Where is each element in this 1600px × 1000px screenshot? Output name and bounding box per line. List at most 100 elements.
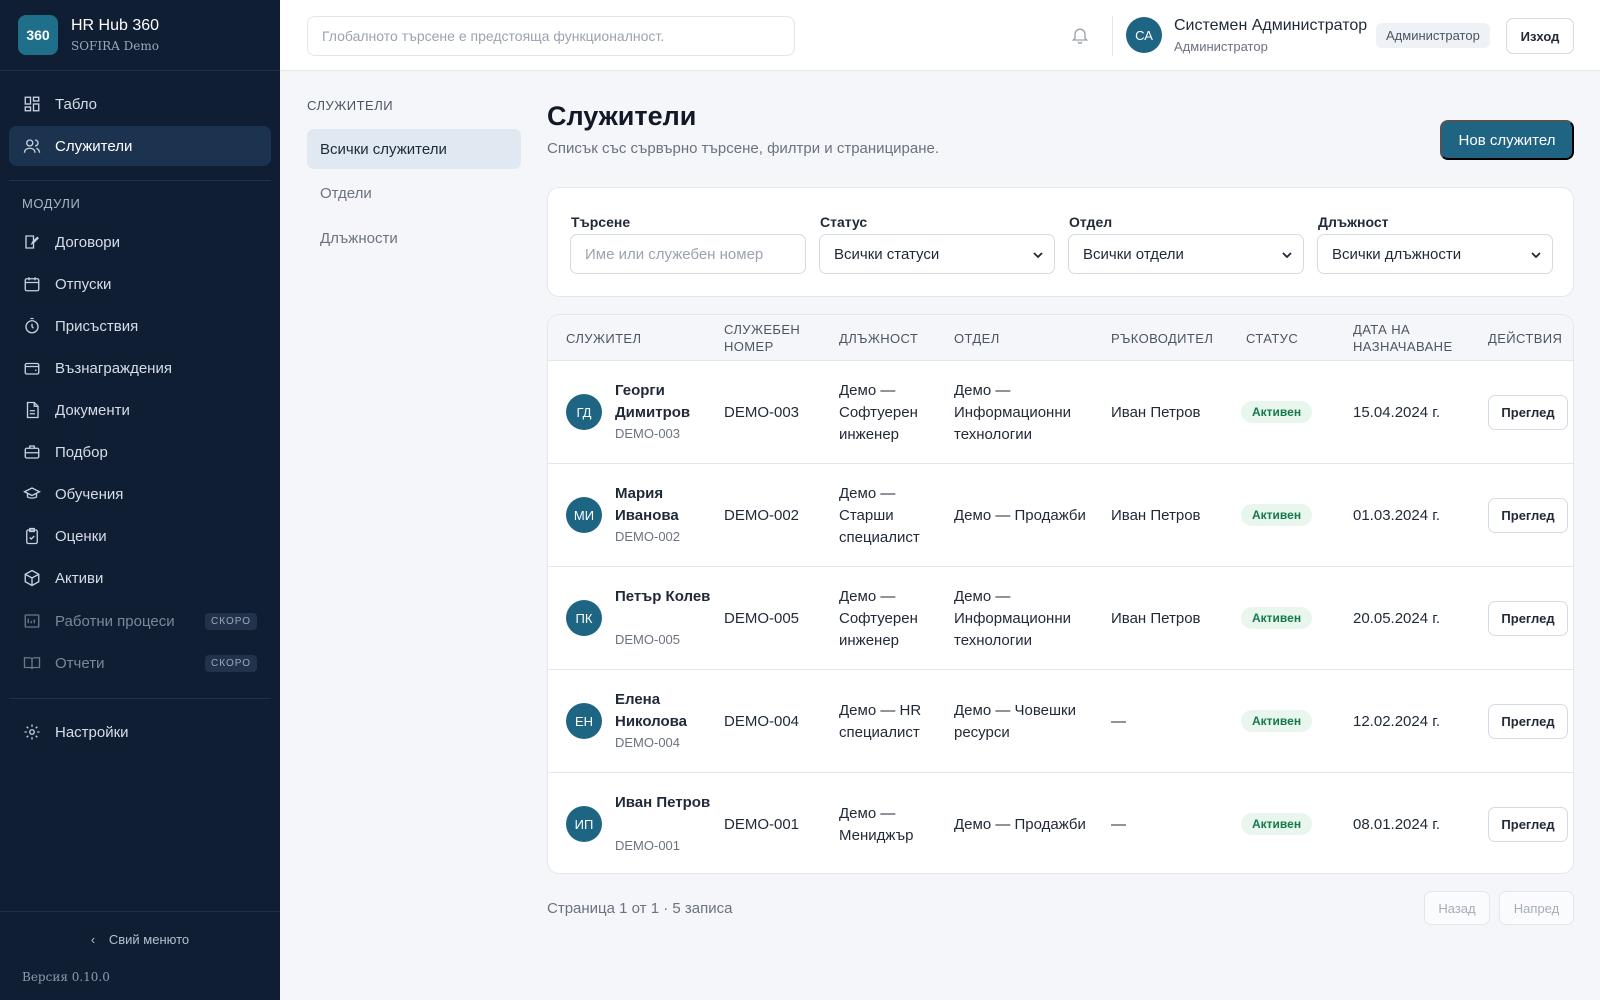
employee-number: DEMO-002 — [724, 506, 800, 524]
box-icon — [24, 569, 40, 587]
sidebar-item-dashboard[interactable]: Табло — [9, 84, 271, 124]
employee-avatar: ПК — [566, 600, 602, 636]
subnav-item-all-employees[interactable]: Всички служители — [307, 129, 521, 169]
table-row[interactable]: ЕН Елена Николова DEMO-004 DEMO-004 Демо… — [548, 670, 1573, 773]
employee-number: DEMO-005 — [724, 609, 800, 627]
status-badge: Активен — [1241, 813, 1313, 835]
sidebar-item-leave[interactable]: Отпуски — [9, 264, 271, 304]
department-filter-label: Отдел — [1069, 214, 1113, 230]
subnav-item-departments[interactable]: Отдели — [307, 173, 521, 213]
bell-icon[interactable] — [1070, 25, 1090, 45]
book-icon — [23, 657, 41, 670]
sidebar-item-reviews[interactable]: Оценки — [9, 516, 271, 556]
sidebar-item-label: Настройки — [55, 723, 129, 741]
column-header-hire-date[interactable]: ДАТА НА НАЗНАЧАВАНЕ — [1353, 315, 1468, 361]
next-page-button[interactable]: Напред — [1499, 891, 1574, 925]
employee-position: Демо — Софтуерен инженер — [839, 587, 918, 649]
sidebar-item-recruitment[interactable]: Подбор — [9, 432, 271, 472]
logout-button[interactable]: Изход — [1506, 18, 1574, 54]
sidebar-item-label: Присъствия — [55, 317, 139, 335]
employee-position: Демо — Софтуерен инженер — [839, 381, 918, 443]
employee-number: DEMO-004 — [724, 712, 800, 730]
status-badge: Активен — [1241, 710, 1313, 732]
sidebar-item-compensation[interactable]: Възнаграждения — [9, 348, 271, 388]
graduation-cap-icon — [23, 487, 41, 499]
column-header-actions: ДЕЙСТВИЯ — [1488, 330, 1563, 346]
chevron-left-icon: ‹ — [90, 932, 96, 947]
user-avatar[interactable]: СА — [1126, 17, 1162, 53]
employee-position: Демо — HR специалист — [839, 701, 922, 741]
coming-soon-badge: СКОРО — [205, 612, 257, 630]
brand[interactable]: 360 HR Hub 360 SOFIRA Demo — [0, 0, 280, 71]
pagination-summary: Страница 1 от 1 · 5 записа — [547, 900, 733, 917]
collapse-menu-button[interactable]: ‹ Свий менюто — [0, 932, 280, 947]
column-header-number[interactable]: СЛУЖЕБЕН НОМЕР — [724, 315, 824, 361]
calendar-icon — [24, 277, 40, 292]
table-row[interactable]: ПК Петър Колев DEMO-005 DEMO-005 Демо — … — [548, 567, 1573, 670]
sidebar-item-label: Документи — [55, 401, 130, 419]
column-header-manager[interactable]: РЪКОВОДИТЕЛ — [1111, 315, 1231, 361]
column-header-status[interactable]: СТАТУС — [1246, 315, 1336, 361]
sidebar-item-trainings[interactable]: Обучения — [9, 474, 271, 514]
employee-number: DEMO-001 — [724, 815, 800, 833]
view-employee-button[interactable]: Преглед — [1488, 704, 1568, 739]
divider — [9, 180, 271, 181]
column-header-position[interactable]: ДЛЪЖНОСТ — [839, 315, 944, 361]
employee-name[interactable]: Мария Иванова — [615, 483, 715, 527]
timer-icon — [25, 317, 39, 334]
chevron-down-icon — [1033, 252, 1043, 259]
employee-name[interactable]: Георги Димитров — [615, 380, 715, 424]
employee-department: Демо — Продажби — [954, 815, 1086, 833]
table-row[interactable]: ИП Иван Петров DEMO-001 DEMO-001 Демо — … — [548, 773, 1573, 873]
sidebar-item-documents[interactable]: Документи — [9, 390, 271, 430]
sidebar-item-label: Договори — [55, 233, 121, 251]
sidebar-item-label: Работни процеси — [55, 612, 175, 630]
employee-code: DEMO-002 — [615, 529, 681, 544]
search-filter-label: Търсене — [571, 214, 631, 230]
employee-name[interactable]: Елена Николова — [615, 689, 715, 733]
sidebar-item-label: Оценки — [55, 527, 107, 545]
status-select-value: Всички статуси — [834, 245, 940, 263]
view-employee-button[interactable]: Преглед — [1488, 807, 1568, 842]
brand-logo: 360 — [18, 15, 58, 55]
table-row[interactable]: МИ Мария Иванова DEMO-002 DEMO-002 Демо … — [548, 464, 1573, 567]
status-select[interactable]: Всички статуси — [819, 234, 1055, 274]
employee-manager: Иван Петров — [1111, 403, 1201, 421]
sidebar-item-label: Служители — [55, 137, 133, 155]
sidebar-item-label: Обучения — [55, 485, 124, 503]
employee-department: Демо — Продажби — [954, 506, 1086, 524]
top-header: СА Системен Администратор Администратор … — [280, 0, 1600, 71]
view-employee-button[interactable]: Преглед — [1488, 601, 1568, 636]
column-header-employee[interactable]: СЛУЖИТЕЛ — [566, 315, 716, 361]
new-employee-button[interactable]: Нов служител — [1440, 120, 1574, 160]
table-row[interactable]: ГД Георги Димитров DEMO-003 DEMO-003 Дем… — [548, 361, 1573, 464]
employee-manager: — — [1111, 712, 1126, 730]
sidebar-item-contracts[interactable]: Договори — [9, 222, 271, 262]
header-divider — [1112, 16, 1113, 56]
position-select-value: Всички длъжности — [1332, 245, 1462, 263]
employee-position: Демо — Старши специалист — [839, 484, 920, 546]
sidebar-item-employees[interactable]: Служители — [9, 126, 271, 166]
department-select-value: Всички отдели — [1083, 245, 1184, 263]
prev-page-button[interactable]: Назад — [1424, 891, 1490, 925]
employee-search-input[interactable]: Име или служебен номер — [570, 234, 806, 274]
global-search-input[interactable] — [307, 16, 795, 56]
employee-avatar: ИП — [566, 806, 602, 842]
column-header-department[interactable]: ОТДЕЛ — [954, 315, 1094, 361]
subnav-item-positions[interactable]: Длъжности — [307, 218, 521, 258]
modules-section-label: МОДУЛИ — [22, 196, 81, 211]
employee-name[interactable]: Петър Колев — [615, 586, 715, 608]
sidebar-item-attendance[interactable]: Присъствия — [9, 306, 271, 346]
employee-name[interactable]: Иван Петров — [615, 792, 715, 814]
view-employee-button[interactable]: Преглед — [1488, 395, 1568, 430]
view-employee-button[interactable]: Преглед — [1488, 498, 1568, 533]
sidebar-item-settings[interactable]: Настройки — [9, 712, 271, 752]
sidebar-item-reports[interactable]: Отчети СКОРО — [9, 643, 271, 683]
position-select[interactable]: Всички длъжности — [1317, 234, 1553, 274]
workflow-icon — [24, 614, 40, 628]
department-select[interactable]: Всички отдели — [1068, 234, 1304, 274]
sidebar: 360 HR Hub 360 SOFIRA Demo Табло Служите… — [0, 0, 280, 1000]
sidebar-item-workflows[interactable]: Работни процеси СКОРО — [9, 601, 271, 641]
sidebar-item-label: Възнаграждения — [55, 359, 172, 377]
sidebar-item-assets[interactable]: Активи — [9, 558, 271, 598]
